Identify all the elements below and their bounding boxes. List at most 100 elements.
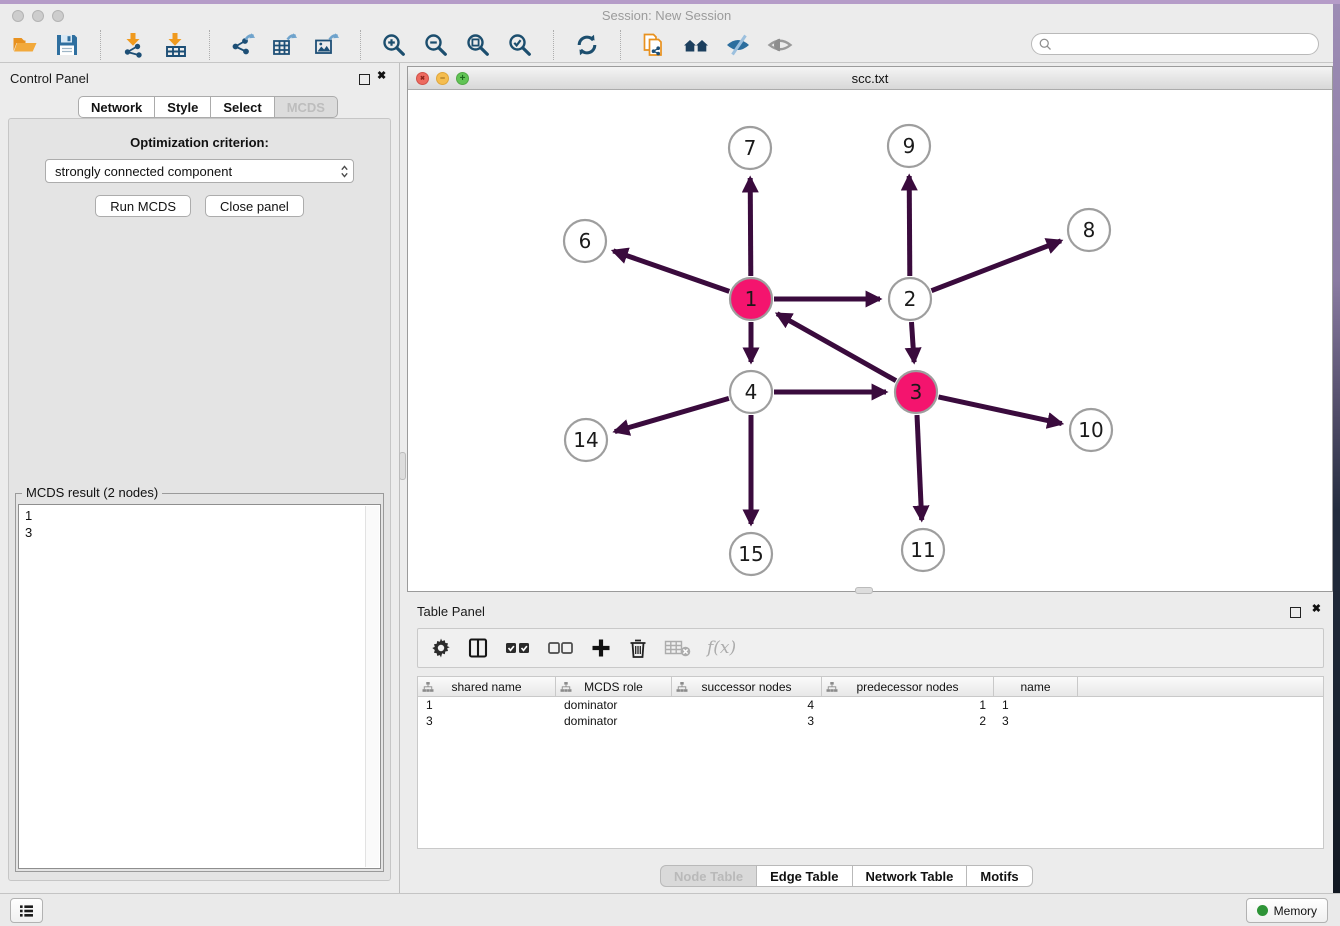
cell[interactable]: 1 <box>994 697 1078 713</box>
cell[interactable]: 4 <box>672 697 822 713</box>
node-15[interactable]: 15 <box>730 533 772 575</box>
cell[interactable]: 3 <box>418 713 556 729</box>
tab-network[interactable]: Network <box>78 96 155 118</box>
edge-2-8[interactable] <box>932 241 1062 291</box>
zoom-fit-icon[interactable] <box>465 32 491 58</box>
hide-graphics-icon[interactable] <box>725 32 751 58</box>
tab-select[interactable]: Select <box>211 96 274 118</box>
export-network-icon[interactable] <box>230 32 256 58</box>
search-input[interactable] <box>1053 34 1318 54</box>
settings-gear-icon[interactable] <box>430 636 452 660</box>
copy-network-icon[interactable] <box>641 32 667 58</box>
column-header-MCDS-role[interactable]: MCDS role <box>556 677 672 696</box>
edge-3-1[interactable] <box>777 314 896 381</box>
close-panel-icon[interactable] <box>377 69 386 82</box>
node-2[interactable]: 2 <box>889 278 931 320</box>
add-icon[interactable] <box>590 636 612 660</box>
select-all-icon[interactable] <box>504 636 532 660</box>
search-box[interactable] <box>1031 33 1319 55</box>
node-4[interactable]: 4 <box>730 371 772 413</box>
result-scrollbar[interactable] <box>365 506 379 867</box>
show-graphics-icon[interactable] <box>767 32 793 58</box>
import-table-icon[interactable] <box>163 32 189 58</box>
node-10[interactable]: 10 <box>1070 409 1112 451</box>
first-neighbors-icon[interactable] <box>683 32 709 58</box>
cell[interactable]: 3 <box>994 713 1078 729</box>
cell[interactable]: 1 <box>822 697 994 713</box>
refresh-layout-icon[interactable] <box>574 32 600 58</box>
status-bar: Memory <box>0 893 1340 926</box>
export-image-icon[interactable] <box>314 32 340 58</box>
table-row[interactable]: 1dominator411 <box>418 697 1323 713</box>
maximize-view-button[interactable] <box>456 72 469 85</box>
deselect-all-icon[interactable] <box>547 636 575 660</box>
tab-edge-table[interactable]: Edge Table <box>757 865 852 887</box>
import-network-icon[interactable] <box>121 32 147 58</box>
node-9[interactable]: 9 <box>888 125 930 167</box>
node-11[interactable]: 11 <box>902 529 944 571</box>
task-history-button[interactable] <box>10 898 43 923</box>
tab-network-table[interactable]: Network Table <box>853 865 968 887</box>
criterion-select[interactable]: strongly connected component <box>45 159 354 183</box>
mcds-panel: Optimization criterion: strongly connect… <box>8 118 391 881</box>
zoom-in-icon[interactable] <box>381 32 407 58</box>
run-mcds-button[interactable]: Run MCDS <box>95 195 191 217</box>
node-7[interactable]: 7 <box>729 127 771 169</box>
delete-icon[interactable] <box>627 636 649 660</box>
column-header-predecessor-nodes[interactable]: predecessor nodes <box>822 677 994 696</box>
split-divider-handle-vertical[interactable] <box>399 452 406 480</box>
split-divider-handle-horizontal[interactable] <box>855 587 873 594</box>
tab-motifs[interactable]: Motifs <box>967 865 1032 887</box>
network-window-titlebar[interactable]: scc.txt <box>408 67 1332 90</box>
column-header-name[interactable]: name <box>994 677 1078 696</box>
table-toolbar-icons: f(x) <box>418 629 1323 667</box>
edge-2-9[interactable] <box>909 176 910 276</box>
toggle-column-icon[interactable] <box>467 636 489 660</box>
zoom-selected-icon[interactable] <box>507 32 533 58</box>
edge-2-3[interactable] <box>912 322 915 362</box>
table-row[interactable]: 3dominator323 <box>418 713 1323 729</box>
minimize-window-button[interactable] <box>32 10 44 22</box>
cell[interactable]: dominator <box>556 697 672 713</box>
tab-style[interactable]: Style <box>155 96 211 118</box>
edge-3-11[interactable] <box>917 415 922 520</box>
node-14[interactable]: 14 <box>565 419 607 461</box>
network-window[interactable]: scc.txt 7 9 6 8 1 2 4 3 14 10 15 11 <box>407 66 1333 592</box>
close-table-panel-icon[interactable] <box>1312 602 1321 615</box>
tab-node-table[interactable]: Node Table <box>660 865 757 887</box>
open-session-icon[interactable] <box>12 32 38 58</box>
save-session-icon[interactable] <box>54 32 80 58</box>
network-canvas-svg[interactable]: 7 9 6 8 1 2 4 3 14 10 15 11 <box>408 90 1332 593</box>
mcds-result-area[interactable]: 1 3 <box>18 504 381 869</box>
float-panel-icon[interactable] <box>359 74 370 85</box>
zoom-window-button[interactable] <box>52 10 64 22</box>
edge-3-10[interactable] <box>939 397 1062 424</box>
zoom-out-icon[interactable] <box>423 32 449 58</box>
minimize-view-button[interactable] <box>436 72 449 85</box>
node-3[interactable]: 3 <box>895 371 937 413</box>
close-panel-button[interactable]: Close panel <box>205 195 304 217</box>
edge-4-14[interactable] <box>615 398 729 431</box>
column-header-shared-name[interactable]: shared name <box>418 677 556 696</box>
window-titlebar[interactable]: Session: New Session <box>0 4 1333 29</box>
window-controls <box>12 10 64 22</box>
node-6[interactable]: 6 <box>564 220 606 262</box>
cell[interactable]: 3 <box>672 713 822 729</box>
close-window-button[interactable] <box>12 10 24 22</box>
mcds-result-legend: MCDS result (2 nodes) <box>22 485 162 500</box>
edge-1-7[interactable] <box>750 178 751 276</box>
tab-mcds[interactable]: MCDS <box>275 96 338 118</box>
delete-table-icon <box>664 636 692 660</box>
close-view-button[interactable] <box>416 72 429 85</box>
edge-1-6[interactable] <box>613 251 729 292</box>
memory-button[interactable]: Memory <box>1246 898 1328 923</box>
export-table-icon[interactable] <box>272 32 298 58</box>
table-panel-title: Table Panel <box>417 604 485 619</box>
node-8[interactable]: 8 <box>1068 209 1110 251</box>
float-table-panel-icon[interactable] <box>1290 607 1301 618</box>
cell[interactable]: dominator <box>556 713 672 729</box>
column-header-successor-nodes[interactable]: successor nodes <box>672 677 822 696</box>
cell[interactable]: 1 <box>418 697 556 713</box>
node-1[interactable]: 1 <box>730 278 772 320</box>
cell[interactable]: 2 <box>822 713 994 729</box>
